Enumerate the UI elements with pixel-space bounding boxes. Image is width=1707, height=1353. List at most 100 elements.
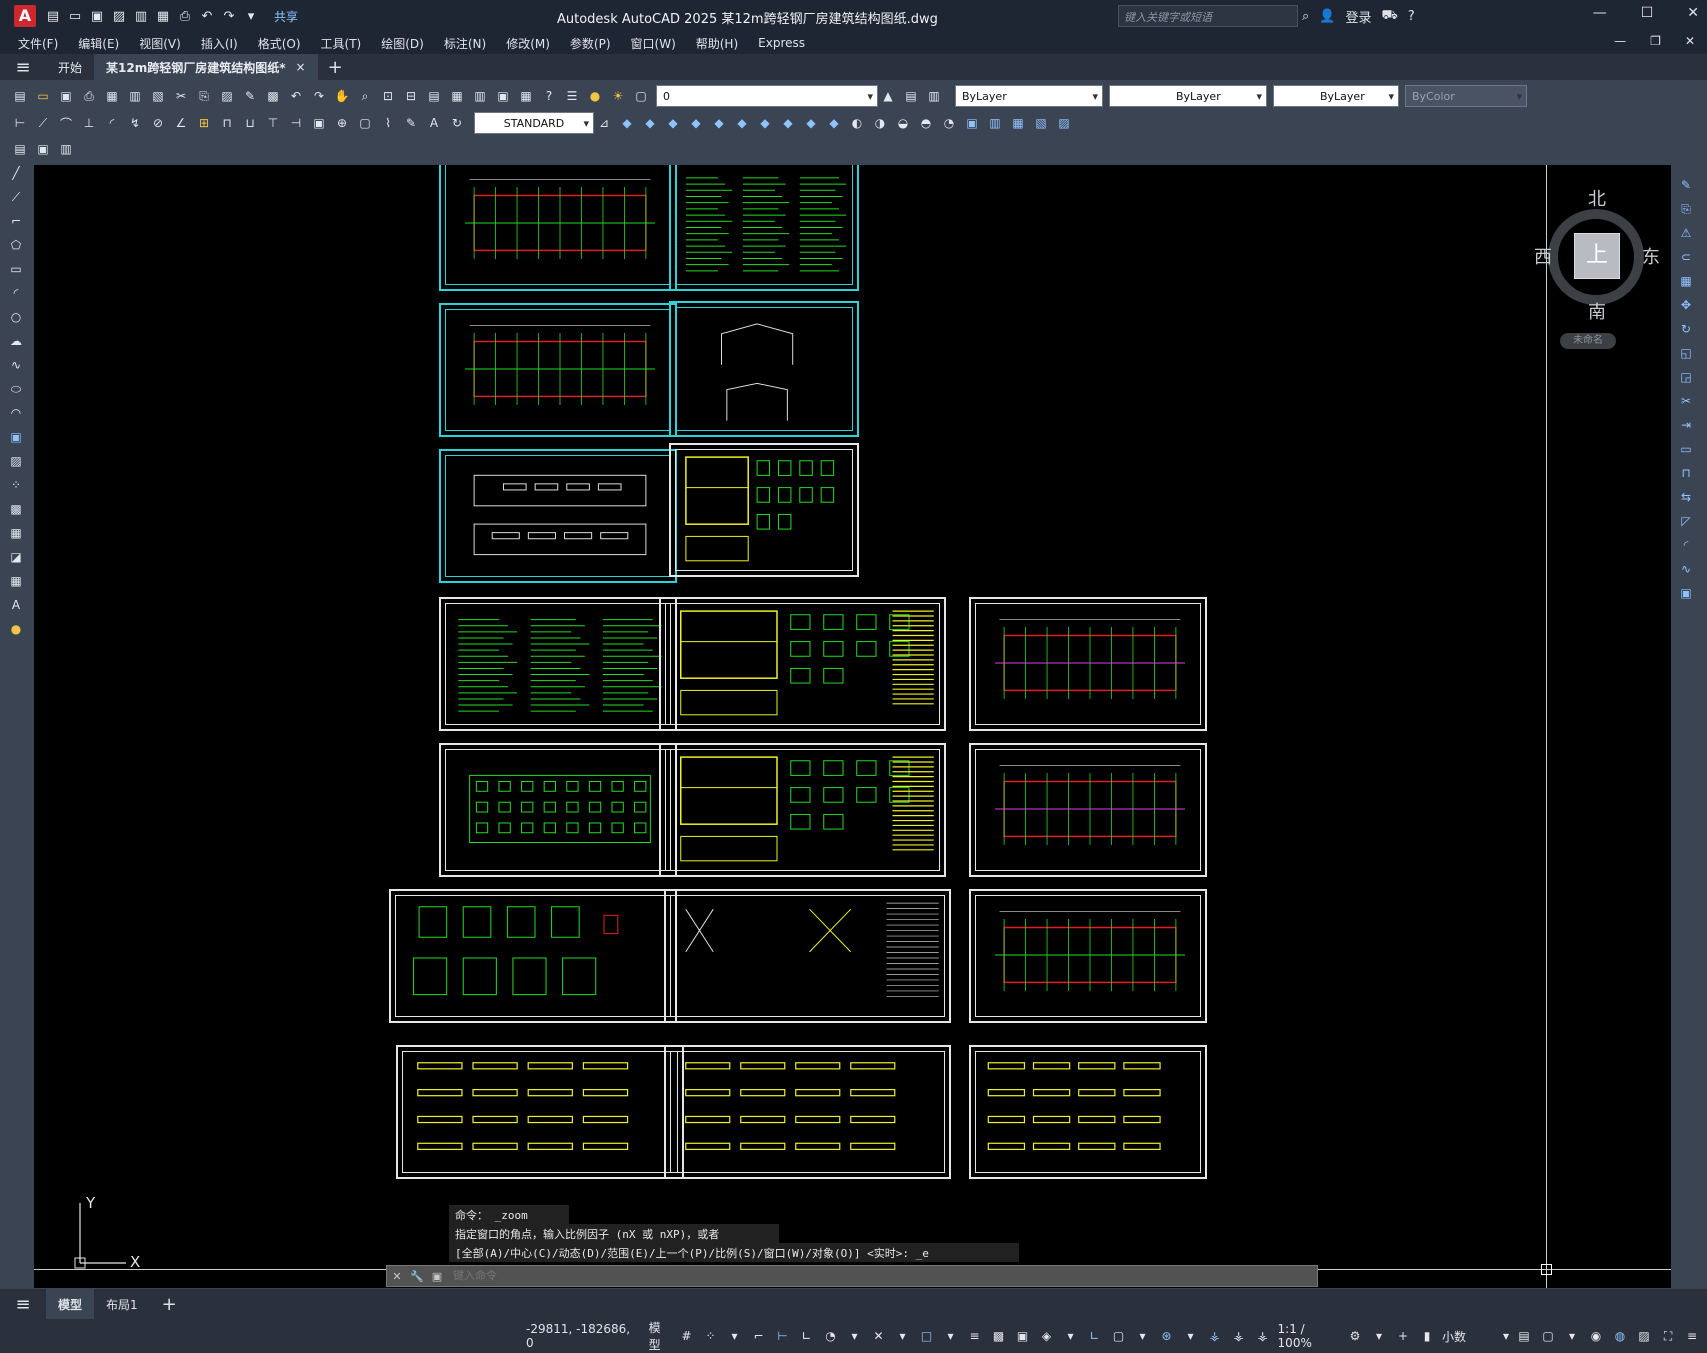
customize-qat-icon[interactable]: ▾ xyxy=(242,7,260,25)
menu-tools[interactable]: 工具(T) xyxy=(321,35,362,52)
annotation-visibility-icon[interactable]: ⚶ xyxy=(1206,1325,1224,1347)
visual-style-2-icon[interactable]: ◑ xyxy=(870,113,890,133)
copy-object-icon[interactable]: ⎘ xyxy=(1676,199,1696,219)
view-se-icon[interactable]: ◆ xyxy=(778,113,798,133)
zoom-window-icon[interactable]: ⊡ xyxy=(378,86,398,106)
share-button[interactable]: 共享 xyxy=(274,8,298,25)
doc-minimize-icon[interactable]: — xyxy=(1614,34,1626,48)
doc-restore-icon[interactable]: ❐ xyxy=(1650,34,1661,48)
selection-filter-icon[interactable]: ▢ xyxy=(1110,1325,1128,1347)
tool-a-icon[interactable]: ▤ xyxy=(10,139,30,159)
polygon-icon[interactable]: ⬠ xyxy=(6,235,26,255)
zoom-realtime-icon[interactable]: ⌕ xyxy=(355,86,375,106)
command-customize-icon[interactable]: 🔧 xyxy=(407,1270,427,1283)
undo-icon[interactable]: ↶ xyxy=(198,7,216,25)
units-icon[interactable]: ▮ xyxy=(1418,1325,1436,1347)
chamfer-icon[interactable]: ◸ xyxy=(1676,511,1696,531)
menu-format[interactable]: 格式(O) xyxy=(258,35,301,52)
menu-modify[interactable]: 修改(M) xyxy=(506,35,550,52)
visual-style-5-icon[interactable]: ◔ xyxy=(939,113,959,133)
customization-icon[interactable]: ≡ xyxy=(1683,1325,1701,1347)
undo-icon[interactable]: ↶ xyxy=(286,86,306,106)
visual-style-4-icon[interactable]: ◓ xyxy=(916,113,936,133)
solid-subtract-icon[interactable]: ▧ xyxy=(1031,113,1051,133)
solid-union-icon[interactable]: ▦ xyxy=(1008,113,1028,133)
tab-close-icon[interactable]: × xyxy=(296,60,306,74)
wcs-menu[interactable]: 未命名 xyxy=(1560,333,1616,349)
layer-on-icon[interactable]: ● xyxy=(585,86,605,106)
view-bottom-icon[interactable]: ◆ xyxy=(732,113,752,133)
hatch-icon[interactable]: ▩ xyxy=(6,499,26,519)
save-icon[interactable]: ▣ xyxy=(88,7,106,25)
maximize-icon[interactable]: ☐ xyxy=(1641,5,1654,21)
gizmo-menu-icon[interactable]: ▾ xyxy=(1182,1325,1200,1347)
object-snap-menu-icon[interactable]: ▾ xyxy=(942,1325,960,1347)
qnew-icon[interactable]: ▤ xyxy=(10,86,30,106)
selection-cycling-icon[interactable]: ▣ xyxy=(1014,1325,1032,1347)
tab-start[interactable]: 开始 xyxy=(46,54,94,80)
dim-edit-icon[interactable]: ✎ xyxy=(401,113,421,133)
menu-edit[interactable]: 编辑(E) xyxy=(78,35,119,52)
gizmo-icon[interactable]: ⊛ xyxy=(1158,1325,1176,1347)
make-block-icon[interactable]: ▨ xyxy=(6,451,26,471)
paste-icon[interactable]: ▨ xyxy=(217,86,237,106)
inspect-icon[interactable]: ▢ xyxy=(355,113,375,133)
export-icon[interactable]: ▦ xyxy=(154,7,172,25)
compass-west[interactable]: 西 xyxy=(1534,243,1552,269)
dim-update-icon[interactable]: ↻ xyxy=(447,113,467,133)
text-style-dropdown[interactable]: STANDARD xyxy=(474,112,594,134)
menu-express[interactable]: Express xyxy=(758,36,805,50)
array-icon[interactable]: ▦ xyxy=(1676,271,1696,291)
infer-constraints-icon[interactable]: ⌐ xyxy=(750,1325,768,1347)
compass-south[interactable]: 南 xyxy=(1588,298,1606,324)
user-icon[interactable]: 👤 xyxy=(1319,9,1335,24)
dim-break-icon[interactable]: ⊣ xyxy=(286,113,306,133)
snap-icon[interactable]: ⁘ xyxy=(702,1325,720,1347)
grid-icon[interactable]: # xyxy=(678,1325,696,1347)
view-nw-icon[interactable]: ◆ xyxy=(824,113,844,133)
lock-ui-icon[interactable]: ▢ xyxy=(1539,1325,1557,1347)
open-file-icon[interactable]: ▭ xyxy=(66,7,84,25)
move-icon[interactable]: ✥ xyxy=(1676,295,1696,315)
rectangle-icon[interactable]: ▭ xyxy=(6,259,26,279)
viewcube-top-face[interactable]: 上 xyxy=(1574,233,1620,279)
view-sw-icon[interactable]: ◆ xyxy=(755,113,775,133)
cut-icon[interactable]: ✂ xyxy=(171,86,191,106)
region-icon[interactable]: ◪ xyxy=(6,547,26,567)
color-dropdown[interactable]: ByLayer xyxy=(955,85,1103,107)
lineweight-icon[interactable]: ≡ xyxy=(966,1325,984,1347)
menu-help[interactable]: 帮助(H) xyxy=(696,35,738,52)
ortho-icon[interactable]: ∟ xyxy=(798,1325,816,1347)
visual-style-1-icon[interactable]: ◐ xyxy=(847,113,867,133)
solid-cylinder-icon[interactable]: ▥ xyxy=(985,113,1005,133)
units-dropdown[interactable]: 小数 ▾ xyxy=(1442,1325,1509,1347)
preview-icon[interactable]: ▦ xyxy=(102,86,122,106)
layer-freeze-icon[interactable]: ☀ xyxy=(608,86,628,106)
dim-text-edit-icon[interactable]: A xyxy=(424,113,444,133)
view-ne-icon[interactable]: ◆ xyxy=(801,113,821,133)
login-button[interactable]: 登录 xyxy=(1345,7,1371,26)
help-icon[interactable]: ? xyxy=(1408,9,1415,24)
dim-baseline-icon[interactable]: ⊓ xyxy=(217,113,237,133)
redo-icon[interactable]: ↷ xyxy=(309,86,329,106)
dim-angular-icon[interactable]: ∠ xyxy=(171,113,191,133)
dynamic-ucs-icon[interactable]: ∟ xyxy=(1086,1325,1104,1347)
break-icon[interactable]: ⊓ xyxy=(1676,463,1696,483)
jogged-linear-icon[interactable]: ⌇ xyxy=(378,113,398,133)
dim-ordinate-icon[interactable]: ⊥ xyxy=(79,113,99,133)
autocad-logo[interactable]: A xyxy=(14,5,36,27)
auto-scale-icon[interactable]: ⚶ xyxy=(1230,1325,1248,1347)
center-mark-icon[interactable]: ⊕ xyxy=(332,113,352,133)
layer-previous-icon[interactable]: ▤ xyxy=(901,86,921,106)
dim-radius-icon[interactable]: ◜ xyxy=(102,113,122,133)
plot-icon[interactable]: ⎙ xyxy=(79,86,99,106)
search-input[interactable]: 键入关键字或短语 xyxy=(1118,5,1298,27)
viewcube[interactable]: 上 北 南 东 西 xyxy=(1524,185,1664,325)
dim-jogged-icon[interactable]: ↯ xyxy=(125,113,145,133)
quick-dim-icon[interactable]: ⊞ xyxy=(194,113,214,133)
isodraft-icon[interactable]: ✕ xyxy=(870,1325,888,1347)
line-icon[interactable]: ╱ xyxy=(6,163,26,183)
scale-icon[interactable]: ◱ xyxy=(1676,343,1696,363)
tool-b-icon[interactable]: ▣ xyxy=(33,139,53,159)
arc-icon[interactable]: ◜ xyxy=(6,283,26,303)
